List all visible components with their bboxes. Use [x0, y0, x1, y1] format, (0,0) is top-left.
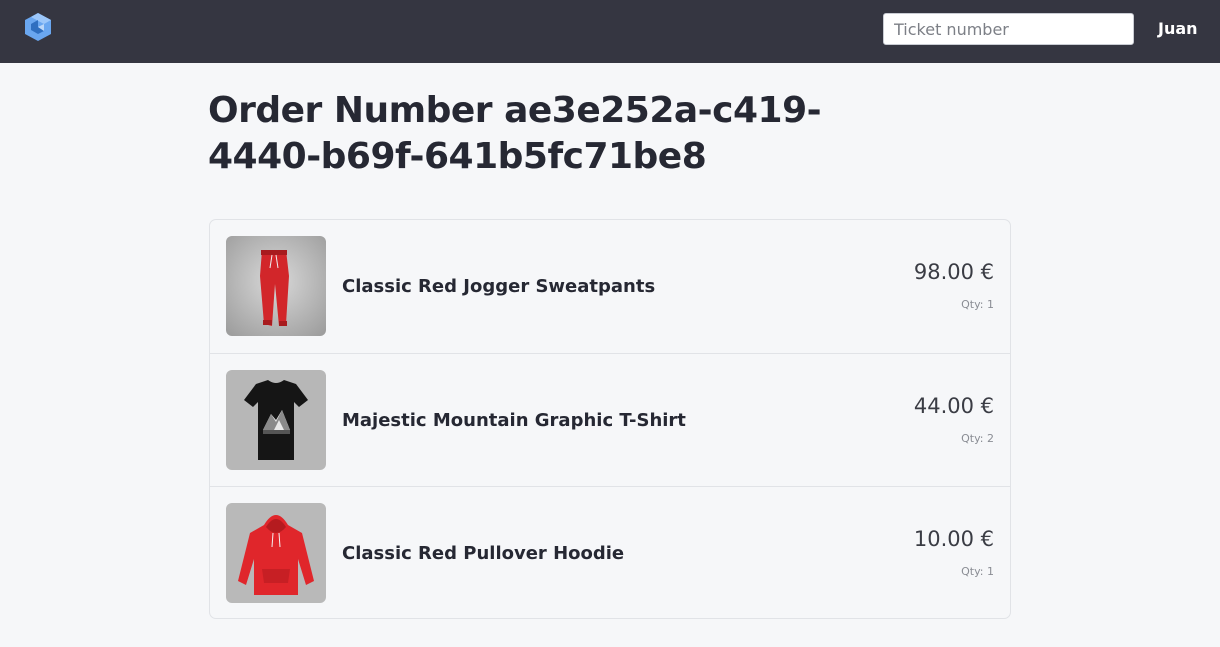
product-name[interactable]: Classic Red Pullover Hoodie — [342, 543, 624, 564]
product-name[interactable]: Majestic Mountain Graphic T-Shirt — [342, 410, 686, 431]
list-item[interactable]: Majestic Mountain Graphic T-Shirt 44.00 … — [210, 353, 1010, 486]
list-item[interactable]: Classic Red Jogger Sweatpants 98.00 € Qt… — [210, 220, 1010, 353]
page-title: Order Number ae3e252a-c419-4440-b69f-641… — [208, 90, 822, 177]
product-price: 98.00 € — [913, 260, 994, 284]
product-quantity: Qty: 1 — [961, 298, 994, 311]
order-items-list: Classic Red Jogger Sweatpants 98.00 € Qt… — [209, 219, 1011, 619]
list-item[interactable]: Classic Red Pullover Hoodie 10.00 € Qty:… — [210, 486, 1010, 619]
logo-icon[interactable] — [24, 12, 52, 42]
product-image[interactable] — [226, 370, 326, 470]
product-quantity: Qty: 2 — [961, 432, 994, 445]
user-menu[interactable]: Juan — [1158, 19, 1198, 38]
product-price: 10.00 € — [913, 527, 994, 551]
product-name[interactable]: Classic Red Jogger Sweatpants — [342, 276, 655, 297]
navbar: Juan — [0, 0, 1220, 63]
ticket-number-input[interactable] — [883, 13, 1134, 45]
product-image[interactable] — [226, 236, 326, 336]
product-price: 44.00 € — [913, 394, 994, 418]
product-quantity: Qty: 1 — [961, 565, 994, 578]
product-image[interactable] — [226, 503, 326, 603]
